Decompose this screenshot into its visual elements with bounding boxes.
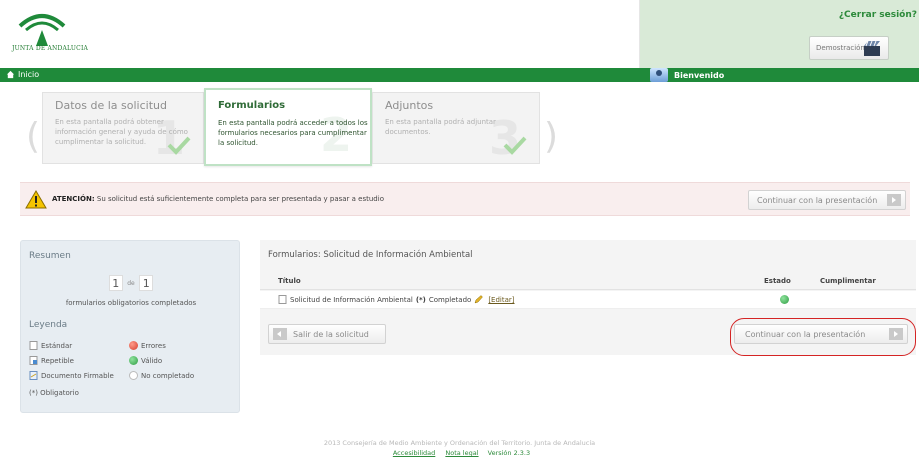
bracket-right: ) <box>544 116 559 157</box>
column-fill: Cumplimentar <box>820 277 876 285</box>
nav-bar: Inicio Bienvenido <box>0 68 919 82</box>
logout-link[interactable]: ¿Cerrar sesión? <box>839 10 917 20</box>
counter-connector: de <box>127 279 135 287</box>
step-formularios[interactable]: 2 Formularios En esta pantalla podrá acc… <box>204 88 372 166</box>
welcome-label: Bienvenido <box>674 70 725 80</box>
counter-caption: formularios obligatorios completados <box>65 299 197 307</box>
total-count: 1 <box>139 275 154 291</box>
forms-panel-title: Formularios: Solicitud de Información Am… <box>268 250 473 260</box>
check-icon <box>167 136 191 155</box>
column-title: Título <box>278 277 301 285</box>
forms-table-header: Título Estado Cumplimentar <box>260 270 916 290</box>
form-state-text: Completado <box>428 295 472 304</box>
home-link[interactable]: Inicio <box>6 70 39 79</box>
empty-dot-icon <box>129 371 138 380</box>
legend-repeatable: Repetible <box>29 356 74 365</box>
button-label: Continuar con la presentación <box>757 196 878 205</box>
form-name: Solicitud de Información Ambiental <box>290 295 413 304</box>
legend-title: Leyenda <box>29 320 68 330</box>
exit-application-button[interactable]: Salir de la solicitud <box>268 324 386 344</box>
step-title: Formularios <box>218 100 286 111</box>
arrow-left-icon <box>273 328 287 340</box>
legend-mandatory: (*) Obligatorio <box>29 389 79 397</box>
legal-note-link[interactable]: Nota legal <box>445 449 478 457</box>
document-standard-icon <box>278 295 287 304</box>
arrow-right-icon <box>887 194 901 206</box>
step-description: En esta pantalla podrá adjuntar document… <box>385 118 496 136</box>
summary-panel: Resumen 1 de 1 formularios obligatorios … <box>20 240 240 413</box>
mandatory-mark: (*) <box>415 295 426 304</box>
legend-label: (*) Obligatorio <box>29 389 79 397</box>
continue-presentation-button-top[interactable]: Continuar con la presentación <box>748 190 906 210</box>
edit-link[interactable]: [Editar] <box>488 296 514 304</box>
step-title: Datos de la solicitud <box>55 99 167 112</box>
completed-count: 1 <box>108 275 123 291</box>
step-description: En esta pantalla podrá acceder a todos l… <box>218 119 368 147</box>
step-adjuntos[interactable]: 3 Adjuntos En esta pantalla podrá adjunt… <box>372 92 540 165</box>
attention-label: ATENCIÓN: <box>52 195 95 203</box>
attention-message: ATENCIÓN: Su solicitud está suficienteme… <box>52 195 384 203</box>
welcome-area: Bienvenido <box>650 68 724 82</box>
error-dot-icon <box>129 341 138 350</box>
footer-links: Accesibilidad Nota legal Versión 2.3.3 <box>0 449 919 457</box>
bracket-left: ( <box>26 116 41 157</box>
legend-label: Válido <box>141 356 163 365</box>
document-repeatable-icon <box>29 356 38 365</box>
summary-title: Resumen <box>29 251 71 261</box>
wizard-steps: ( 1 Datos de la solicitud En esta pantal… <box>0 88 919 168</box>
button-label: Salir de la solicitud <box>293 330 369 339</box>
column-status: Estado <box>764 277 791 285</box>
clapperboard-icon <box>864 40 880 56</box>
legend-label: No completado <box>141 371 195 380</box>
valid-dot-icon <box>129 356 138 365</box>
legend-valid: Válido <box>129 356 162 365</box>
demo-button-label: Demostración <box>816 44 865 52</box>
step-title: Adjuntos <box>385 99 434 112</box>
warning-icon <box>25 190 47 209</box>
version-text: Versión 2.3.3 <box>487 449 531 457</box>
home-icon <box>6 70 15 79</box>
footer-copyright: 2013 Consejería de Medio Ambiente y Orde… <box>323 439 596 447</box>
legend-label: Repetible <box>41 356 74 365</box>
header-brand-area: JUNTA DE ANDALUCIA <box>0 0 640 68</box>
legend-label: Estándar <box>41 341 73 350</box>
check-icon <box>503 136 527 155</box>
valid-dot-icon <box>780 295 789 304</box>
header: JUNTA DE ANDALUCIA ¿Cerrar sesión? Demos… <box>0 0 919 68</box>
accessibility-link[interactable]: Accesibilidad <box>393 449 435 457</box>
form-entry: Solicitud de Información Ambiental (*) C… <box>278 295 515 304</box>
legend-label: Documento Firmable <box>41 371 114 380</box>
document-signable-icon <box>29 371 38 380</box>
legend-not-completed: No completado <box>129 371 194 380</box>
home-label: Inicio <box>18 70 40 79</box>
step-datos-solicitud[interactable]: 1 Datos de la solicitud En esta pantalla… <box>42 92 204 165</box>
legend-standard: Estándar <box>29 341 72 350</box>
attention-banner: ATENCIÓN: Su solicitud está suficienteme… <box>20 182 910 216</box>
user-avatar-icon <box>650 68 668 82</box>
attention-text: Su solicitud está suficientemente comple… <box>96 195 384 203</box>
forms-counter: 1 de 1 <box>21 275 241 291</box>
demo-button[interactable]: Demostración <box>809 36 889 60</box>
pencil-icon[interactable] <box>474 295 484 304</box>
highlight-annotation <box>730 318 916 356</box>
document-standard-icon <box>29 341 38 350</box>
table-row: Solicitud de Información Ambiental (*) C… <box>260 291 916 309</box>
logo-text: JUNTA DE ANDALUCIA <box>12 45 89 52</box>
legend-signable: Documento Firmable <box>29 371 114 380</box>
legend-label: Errores <box>141 341 166 350</box>
legend-errors: Errores <box>129 341 166 350</box>
